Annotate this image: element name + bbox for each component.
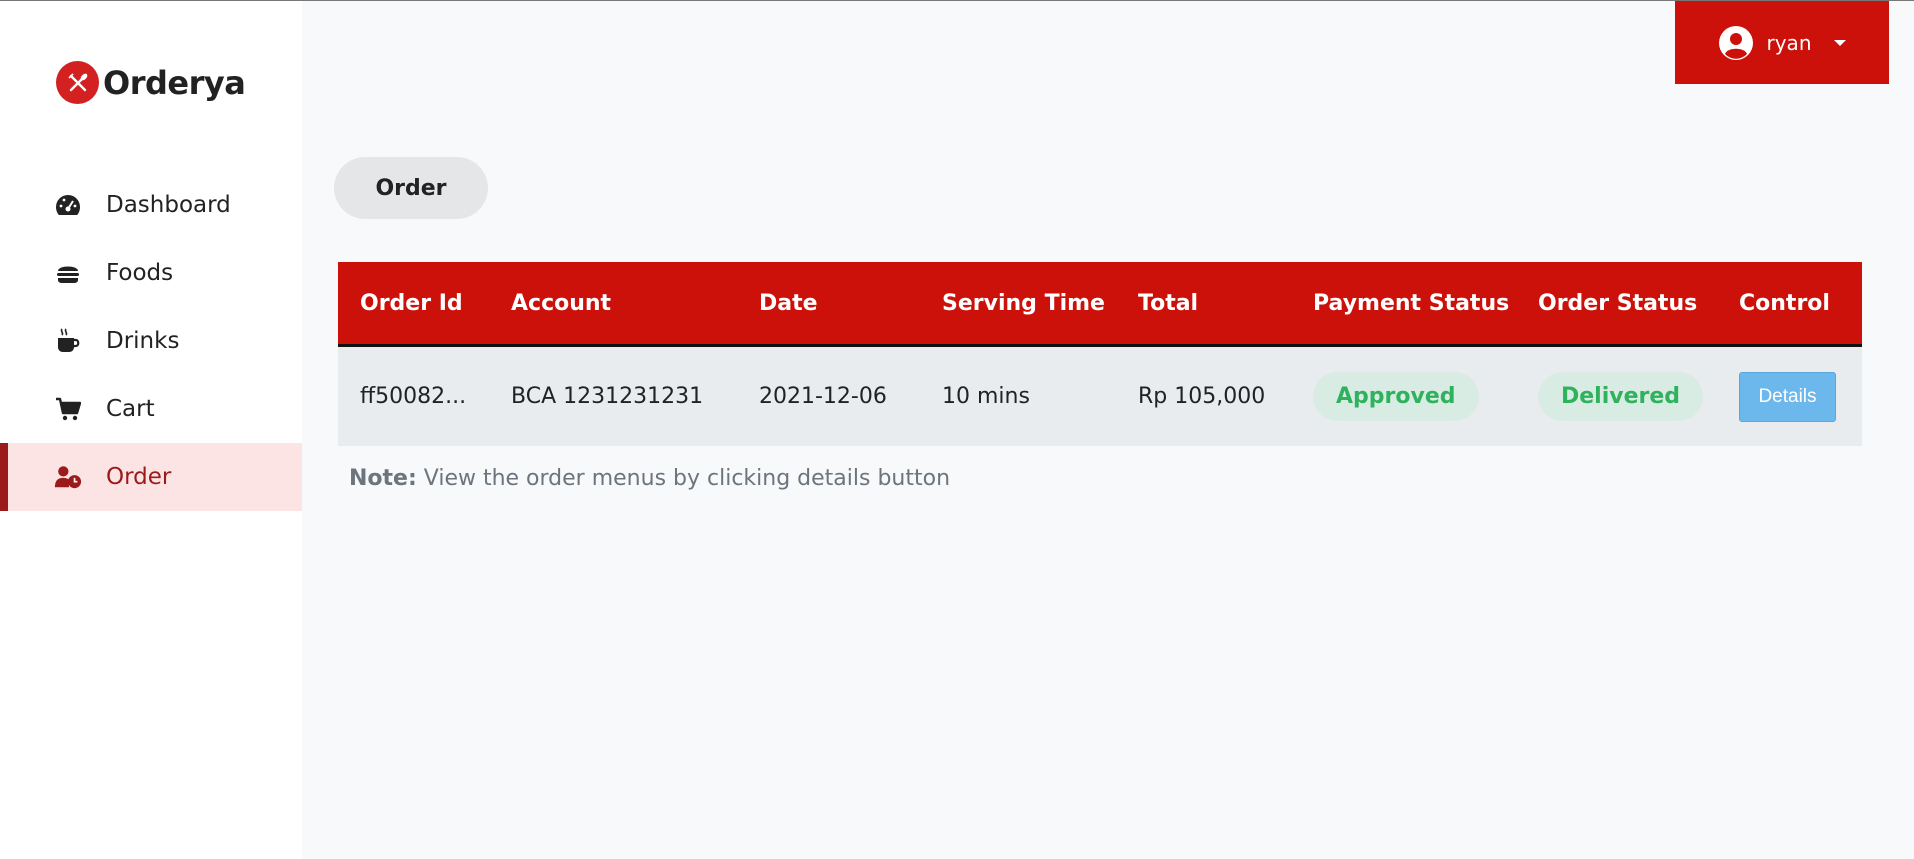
sidebar-item-label: Foods [106,260,174,286]
user-name: ryan [1766,30,1812,55]
sidebar-item-drinks[interactable]: Drinks [0,307,302,375]
date-cell: 2021-12-06 [759,384,887,409]
note-label: Note: [349,466,417,491]
column-header: Order Status [1538,290,1698,316]
column-header: Total [1138,290,1199,316]
order-id-cell: ff50082... [360,384,467,409]
orders-table: Order Id Account Date Serving Time Total… [338,262,1862,446]
total-cell: Rp 105,000 [1138,384,1266,409]
fork-knife-icon [56,61,99,104]
sidebar-item-label: Cart [106,396,155,422]
sidebar: Orderya Dashboard Foods Drinks Cart Orde… [0,1,302,859]
cart-icon [54,395,82,423]
user-clock-icon [54,463,82,491]
sidebar-item-label: Dashboard [106,192,231,218]
payment-status-badge: Approved [1313,372,1479,421]
column-header: Date [759,290,818,316]
sidebar-item-order[interactable]: Order [0,443,302,511]
mug-hot-icon [54,327,82,355]
order-status-badge: Delivered [1538,372,1704,421]
table-row: ff50082... BCA 1231231231 2021-12-06 10 … [338,347,1862,446]
column-header: Serving Time [942,290,1105,316]
page-title: Order [334,157,488,219]
column-header: Payment Status [1313,290,1510,316]
control-cell: Details [1717,371,1862,422]
order-status-cell: Delivered [1516,372,1717,421]
account-cell: BCA 1231231231 [511,384,704,409]
column-header: Order Id [360,290,463,316]
sidebar-item-cart[interactable]: Cart [0,375,302,443]
user-menu-button[interactable]: ryan [1675,1,1889,84]
brand-name: Orderya [103,63,246,102]
sidebar-item-foods[interactable]: Foods [0,239,302,307]
user-circle-icon [1718,25,1753,60]
note-body: View the order menus by clicking details… [416,466,951,491]
sidebar-item-dashboard[interactable]: Dashboard [0,171,302,239]
serving-time-cell: 10 mins [942,384,1030,409]
table-header: Order Id Account Date Serving Time Total… [338,262,1862,347]
payment-status-cell: Approved [1291,372,1516,421]
column-header: Account [511,290,612,316]
brand-logo[interactable]: Orderya [56,61,246,104]
burger-icon [54,259,82,287]
column-header: Control [1739,290,1830,316]
details-button[interactable]: Details [1739,371,1836,422]
sidebar-nav: Dashboard Foods Drinks Cart Order [0,171,302,511]
sidebar-item-label: Drinks [106,328,180,354]
note-text: Note: View the order menus by clicking d… [349,466,950,491]
gauge-icon [54,191,82,219]
caret-down-icon [1833,39,1846,46]
sidebar-item-label: Order [106,464,172,490]
